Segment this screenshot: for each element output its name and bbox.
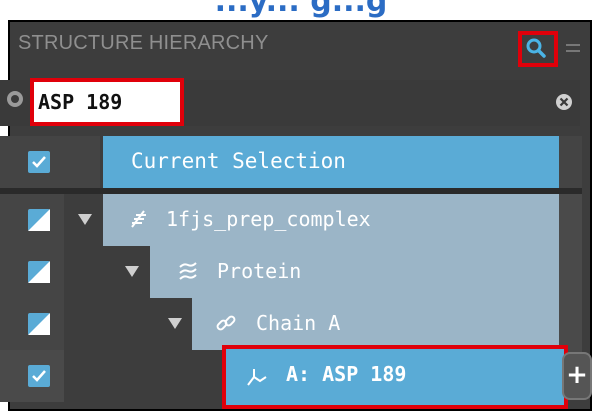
clear-search-icon[interactable] [554,92,574,112]
search-icon [526,38,546,58]
tree-row-protein[interactable] [150,246,559,298]
tree-row-protein-label: Protein [217,259,302,283]
tree-row-complex-checkbox[interactable] [28,209,50,231]
panel-menu-icon[interactable] [566,40,582,56]
complex-icon [131,210,146,228]
search-button[interactable] [518,31,558,67]
current-selection-row[interactable]: Current Selection [103,136,559,188]
current-selection-right-gutter [559,136,582,188]
tree-row-complex-label: 1fjs_prep_complex [166,207,371,231]
tree-row-chain[interactable] [192,298,559,350]
chain-link-icon [216,315,236,331]
expand-arrow-icon[interactable] [78,214,92,225]
expand-arrow-icon[interactable] [168,318,182,329]
tree-row-chain-checkbox[interactable] [28,313,50,335]
current-selection-checkbox[interactable] [28,151,50,173]
search-field-icon [7,91,23,107]
panel-title: STRUCTURE HIERARCHY [18,32,269,54]
current-selection-gutter [0,136,100,188]
tree-row-residue-checkbox[interactable] [28,365,50,387]
tree-row-chain-label: Chain A [256,311,341,335]
structure-search-input[interactable]: ASP 189 [30,78,184,126]
add-button[interactable]: + [562,352,592,400]
tree-row-residue-label: A: ASP 189 [286,362,407,386]
protein-helix-icon [179,262,197,280]
residue-icon [247,369,267,386]
expand-arrow-icon[interactable] [125,266,139,277]
tree-row-protein-checkbox[interactable] [28,261,50,283]
cropped-caption: ...y... g...g [214,0,388,19]
